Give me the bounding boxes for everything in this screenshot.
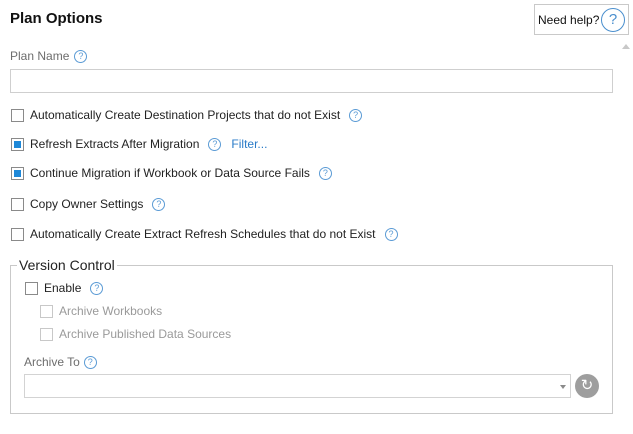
auto-create-schedules-help-icon[interactable]: ? bbox=[384, 227, 398, 241]
question-circle-icon: ? bbox=[601, 8, 625, 32]
copy-owner-checkbox[interactable] bbox=[11, 197, 24, 211]
archive-data-sources-checkbox[interactable] bbox=[40, 327, 53, 341]
auto-create-projects-help-icon[interactable]: ? bbox=[349, 108, 363, 122]
archive-to-select[interactable] bbox=[24, 374, 571, 398]
scroll-up-arrow-icon[interactable] bbox=[622, 44, 630, 49]
archive-to-help-icon[interactable]: ? bbox=[83, 356, 97, 370]
need-help-label: Need help? bbox=[538, 12, 600, 27]
archive-data-sources-label: Archive Published Data Sources bbox=[59, 327, 232, 341]
option-archive-data-sources[interactable]: Archive Published Data Sources bbox=[40, 326, 231, 342]
enable-label: Enable bbox=[44, 281, 82, 295]
enable-help-icon[interactable]: ? bbox=[90, 281, 104, 295]
refresh-extracts-label: Refresh Extracts After Migration bbox=[30, 137, 200, 151]
continue-migration-label: Continue Migration if Workbook or Data S… bbox=[30, 166, 310, 180]
auto-create-projects-label: Automatically Create Destination Project… bbox=[30, 108, 341, 122]
need-help-button[interactable]: Need help? ? bbox=[534, 4, 629, 35]
continue-migration-checkbox[interactable] bbox=[11, 166, 24, 180]
auto-create-schedules-checkbox[interactable] bbox=[11, 227, 24, 241]
continue-migration-help-icon[interactable]: ? bbox=[318, 166, 332, 180]
option-auto-create-schedules[interactable]: Automatically Create Extract Refresh Sch… bbox=[11, 226, 398, 242]
auto-create-schedules-label: Automatically Create Extract Refresh Sch… bbox=[30, 227, 376, 241]
archive-to-label-row: Archive To? bbox=[24, 355, 97, 370]
option-archive-workbooks[interactable]: Archive Workbooks bbox=[40, 303, 162, 319]
copy-owner-label: Copy Owner Settings bbox=[30, 197, 144, 211]
plan-name-label: Plan Name bbox=[10, 49, 70, 63]
plan-name-help-icon[interactable]: ? bbox=[74, 50, 88, 64]
archive-workbooks-checkbox[interactable] bbox=[40, 304, 53, 318]
option-enable-version-control[interactable]: Enable ? bbox=[25, 280, 104, 296]
filter-link[interactable]: Filter... bbox=[231, 137, 267, 151]
option-refresh-extracts[interactable]: Refresh Extracts After Migration ? Filte… bbox=[11, 136, 267, 152]
option-continue-migration[interactable]: Continue Migration if Workbook or Data S… bbox=[11, 165, 332, 181]
plan-name-input[interactable] bbox=[10, 69, 613, 93]
version-control-legend: Version Control bbox=[17, 257, 117, 273]
option-auto-create-projects[interactable]: Automatically Create Destination Project… bbox=[11, 107, 363, 123]
plan-name-label-row: Plan Name? bbox=[10, 49, 88, 64]
chevron-down-icon[interactable] bbox=[560, 385, 566, 389]
auto-create-projects-checkbox[interactable] bbox=[11, 108, 24, 122]
enable-checkbox[interactable] bbox=[25, 281, 38, 295]
refresh-extracts-checkbox[interactable] bbox=[11, 137, 24, 151]
page-title: Plan Options bbox=[10, 10, 103, 27]
archive-workbooks-label: Archive Workbooks bbox=[59, 304, 163, 318]
refresh-icon[interactable]: ↻ bbox=[575, 374, 599, 398]
copy-owner-help-icon[interactable]: ? bbox=[152, 197, 166, 211]
refresh-extracts-help-icon[interactable]: ? bbox=[208, 137, 222, 151]
option-copy-owner[interactable]: Copy Owner Settings ? bbox=[11, 196, 166, 212]
archive-to-label: Archive To bbox=[24, 355, 80, 369]
